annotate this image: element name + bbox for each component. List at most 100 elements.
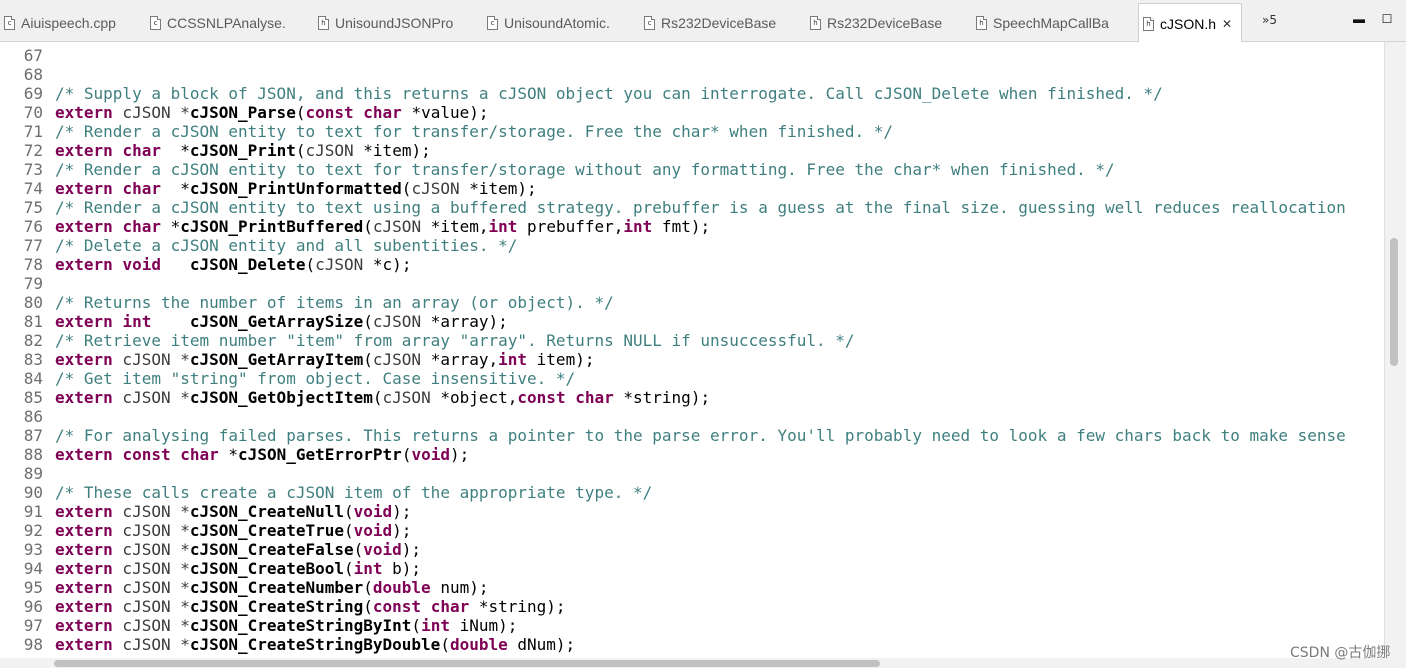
code-text: extern char *cJSON_PrintUnformatted(cJSO… xyxy=(55,179,537,198)
code-token: char xyxy=(122,217,161,236)
code-token: ( xyxy=(363,312,373,331)
code-token: cJSON_GetArraySize xyxy=(189,312,364,331)
code-text: extern cJSON *cJSON_GetArrayItem(cJSON *… xyxy=(55,350,594,369)
tab-2[interactable]: h UnisoundJSONPro xyxy=(318,4,478,42)
code-token: b); xyxy=(382,559,422,578)
code-text: /* Delete a cJSON entity and all subenti… xyxy=(55,236,517,255)
code-text: /* Returns the number of items in an arr… xyxy=(55,293,614,312)
code-token: int xyxy=(421,616,450,635)
code-token: extern xyxy=(55,540,113,559)
code-token: iNum); xyxy=(449,616,518,635)
horizontal-scroll-thumb[interactable] xyxy=(54,660,880,667)
line-number: 73 xyxy=(23,160,43,179)
code-text: extern cJSON *cJSON_CreateBool(int b); xyxy=(55,559,421,578)
code-token: ( xyxy=(353,540,364,559)
code-token: double xyxy=(449,635,508,654)
line-number: 90 xyxy=(23,483,43,502)
code-token: int xyxy=(488,217,518,236)
code-token: cJSON_CreateStringByInt xyxy=(189,616,412,635)
tab-label: CCSSNLPAnalyse. xyxy=(167,15,286,31)
code-token: cJSON * xyxy=(112,635,190,654)
code-token: extern xyxy=(55,388,113,407)
code-token: * xyxy=(160,179,190,198)
line-number: 74 xyxy=(23,179,43,198)
line-number: 93 xyxy=(23,540,43,559)
code-token: char xyxy=(122,179,161,198)
code-token: /* Render a cJSON entity to text for tra… xyxy=(55,160,1115,179)
code-editor[interactable]: 67 68 69 /* Supply a block of JSON, and thi… xyxy=(0,42,1384,658)
code-token: cJSON xyxy=(315,255,364,274)
maximize-icon[interactable]: ☐ xyxy=(1380,12,1394,26)
watermark: CSDN @古伽挪 xyxy=(1290,645,1391,661)
tab-label: Aiuispeech.cpp xyxy=(21,15,116,31)
line-number: 92 xyxy=(23,521,43,540)
code-token: extern xyxy=(55,597,113,616)
code-token: cJSON * xyxy=(112,597,190,616)
vertical-scroll-thumb[interactable] xyxy=(1390,238,1398,366)
code-token: ( xyxy=(401,445,412,464)
code-token: /* Render a cJSON entity to text using a… xyxy=(55,198,1346,217)
code-token: fmt); xyxy=(652,217,711,236)
tab-overflow-chevron[interactable]: »5 xyxy=(1262,13,1277,27)
code-text: /* For analysing failed parses. This ret… xyxy=(55,426,1346,445)
tab-label: Rs232DeviceBase xyxy=(661,15,777,31)
tab-7[interactable]: h cJSON.h ✕ xyxy=(1138,3,1242,43)
code-token: extern xyxy=(55,179,113,198)
code-token: char xyxy=(430,597,470,616)
code-token: int xyxy=(353,559,383,578)
horizontal-scrollbar[interactable] xyxy=(0,658,1406,668)
tab-3[interactable]: c UnisoundAtomic. xyxy=(487,4,637,42)
code-token: cJSON_CreateBool xyxy=(189,559,344,578)
code-token: *item, xyxy=(421,217,489,236)
tab-4[interactable]: c Rs232DeviceBase xyxy=(644,4,804,42)
line-number: 77 xyxy=(23,236,43,255)
code-token: ); xyxy=(392,502,412,521)
code-text: extern cJSON *cJSON_CreateStringByDouble… xyxy=(55,635,575,654)
tab-1[interactable]: c CCSSNLPAnalyse. xyxy=(150,4,310,42)
close-tab-icon[interactable]: ✕ xyxy=(1222,17,1232,31)
code-token: cJSON_GetObjectItem xyxy=(189,388,373,407)
code-token: cJSON xyxy=(305,141,354,160)
header-file-icon: h xyxy=(1143,16,1154,31)
code-token: cJSON_Parse xyxy=(189,103,296,122)
tab-5[interactable]: h Rs232DeviceBase xyxy=(810,4,970,42)
code-token: cJSON_CreateNull xyxy=(189,502,344,521)
line-number: 86 xyxy=(23,407,43,426)
tab-label: SpeechMapCallBa xyxy=(993,15,1109,31)
source-file-icon: c xyxy=(150,16,161,30)
code-token: *c); xyxy=(363,255,412,274)
code-token: ( xyxy=(363,597,373,616)
line-number: 87 xyxy=(23,426,43,445)
code-token: ( xyxy=(411,616,422,635)
code-token: cJSON_PrintBuffered xyxy=(180,217,364,236)
code-token: *string); xyxy=(469,597,566,616)
line-number: 68 xyxy=(23,65,43,84)
code-text: extern int cJSON_GetArraySize(cJSON *arr… xyxy=(55,312,508,331)
code-token: extern xyxy=(55,578,113,597)
code-token: ( xyxy=(401,179,412,198)
code-token: *value); xyxy=(401,103,489,122)
source-file-icon: c xyxy=(487,16,498,30)
code-token: extern xyxy=(55,103,113,122)
code-token: /* Returns the number of items in an arr… xyxy=(55,293,614,312)
vertical-scrollbar[interactable] xyxy=(1384,42,1406,658)
code-token: void xyxy=(363,540,402,559)
code-token: cJSON_Delete xyxy=(189,255,306,274)
code-token: cJSON_GetErrorPtr xyxy=(238,445,402,464)
code-text: /* Render a cJSON entity to text for tra… xyxy=(55,160,1115,179)
code-text: extern const char *cJSON_GetErrorPtr(voi… xyxy=(55,445,469,464)
code-text: extern cJSON *cJSON_CreateNull(void); xyxy=(55,502,411,521)
minimize-icon[interactable]: ▬ xyxy=(1352,12,1366,26)
code-token: *array, xyxy=(421,350,499,369)
code-token: char xyxy=(363,103,402,122)
code-token: ( xyxy=(305,255,316,274)
code-token: * xyxy=(218,445,239,464)
code-token: cJSON xyxy=(372,312,422,331)
header-file-icon: h xyxy=(810,16,821,30)
tab-6[interactable]: h SpeechMapCallBa xyxy=(976,4,1126,42)
tab-0[interactable]: c Aiuispeech.cpp xyxy=(4,4,144,42)
